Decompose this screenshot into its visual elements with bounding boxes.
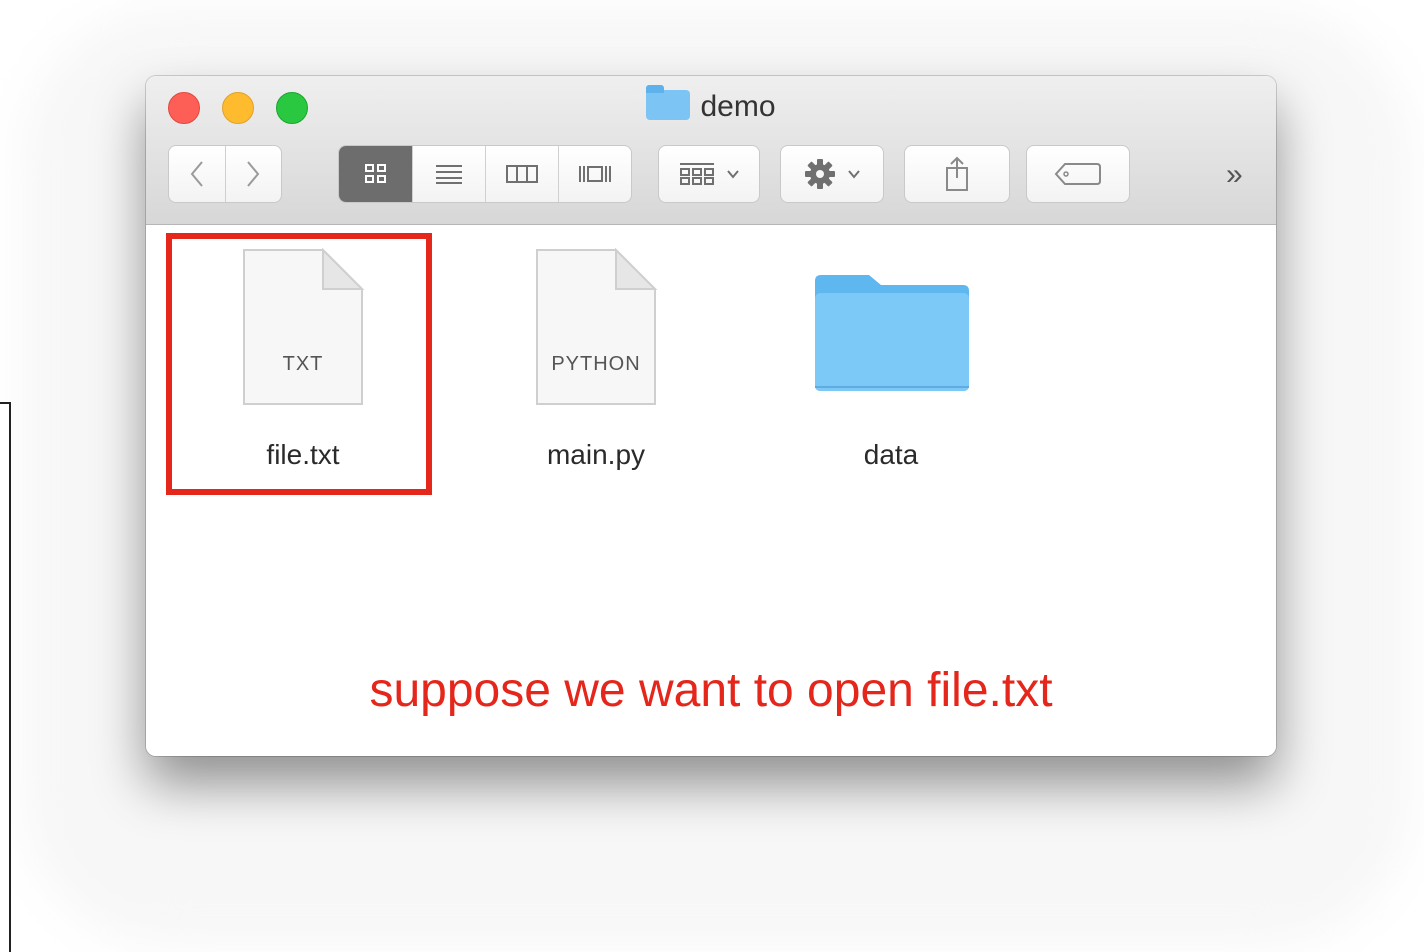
file-type-label: PYTHON [551, 353, 641, 375]
gear-icon [805, 159, 835, 189]
file-browser-content: TXT file.txt PYTHON main.py data suppose… [146, 225, 1276, 756]
icon-view-icon [364, 164, 386, 183]
toolbar-overflow-button[interactable]: » [1226, 158, 1243, 192]
folder-icon [646, 85, 691, 120]
chevron-left-icon [190, 161, 203, 187]
navigation-buttons [168, 145, 282, 203]
selection-highlight-box [166, 233, 432, 495]
list-view-button[interactable] [412, 146, 485, 202]
action-button[interactable] [780, 145, 884, 203]
arrange-button[interactable] [658, 145, 760, 203]
tag-icon [1054, 163, 1101, 185]
list-view-icon [436, 165, 462, 184]
folder-icon [815, 275, 969, 391]
share-button[interactable] [904, 145, 1010, 203]
cover-flow-view-icon [579, 166, 611, 182]
file-name-label: main.py [546, 439, 646, 470]
page: demo » TXT file.txt PYTHON main.py data … [0, 0, 1424, 952]
window-title-text: demo [700, 90, 776, 123]
window-title: demo [146, 85, 1276, 126]
view-mode-group [338, 145, 632, 203]
share-icon [946, 156, 968, 191]
icon-view-button[interactable] [339, 146, 412, 202]
column-view-button[interactable] [485, 146, 558, 202]
back-button[interactable] [169, 146, 225, 202]
chevron-down-icon [727, 170, 739, 179]
chevron-right-icon [247, 161, 260, 187]
chevron-down-icon [848, 170, 860, 179]
tag-button[interactable] [1026, 145, 1130, 203]
cover-flow-view-button[interactable] [558, 146, 631, 202]
forward-button[interactable] [224, 146, 282, 202]
finder-window: demo » TXT file.txt PYTHON main.py data … [146, 76, 1276, 756]
left-frame-edge [0, 402, 11, 952]
titlebar: demo » [146, 76, 1276, 225]
column-view-icon [506, 165, 538, 183]
python-document-icon [536, 247, 658, 405]
file-name-label: data [863, 439, 919, 470]
arrange-grid-icon [680, 163, 714, 185]
annotation-caption: suppose we want to open file.txt [369, 664, 1053, 717]
